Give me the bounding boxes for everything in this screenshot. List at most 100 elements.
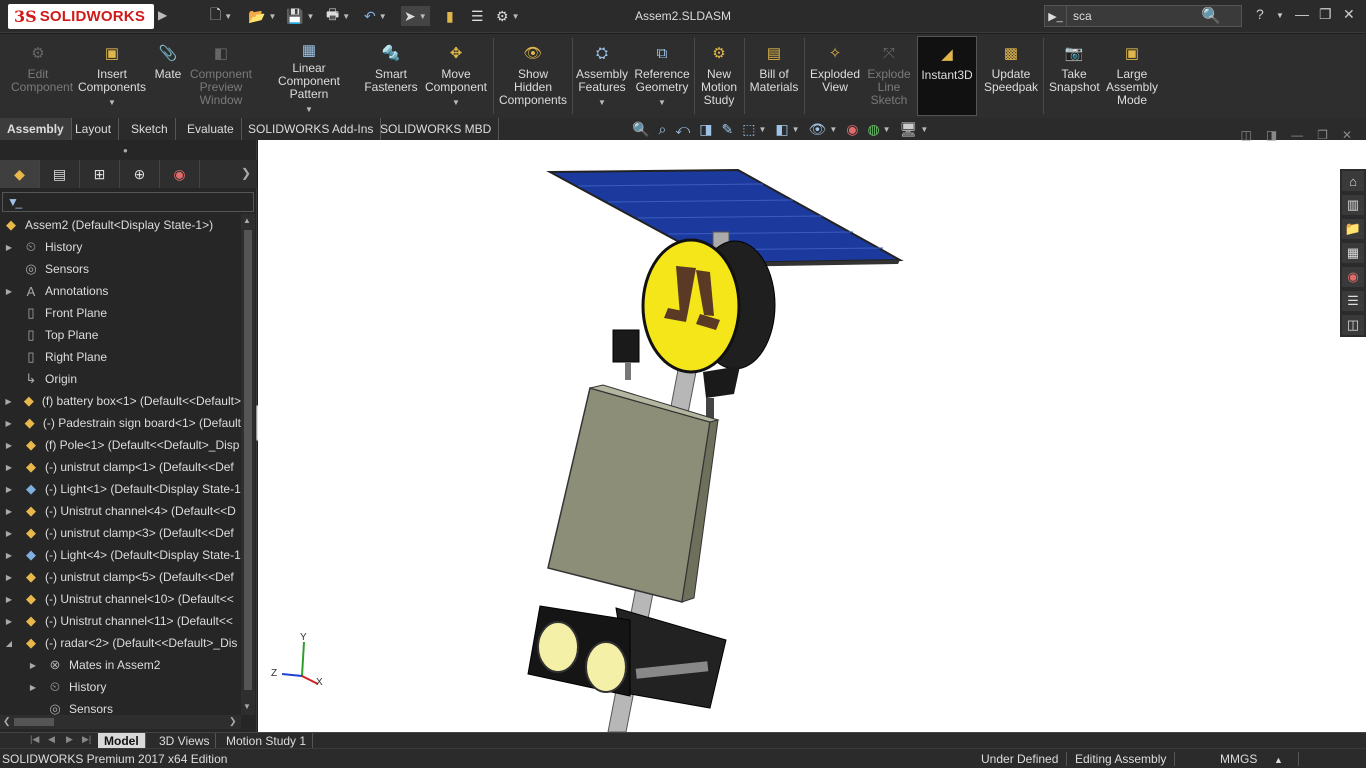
restore-button[interactable]: ❐ bbox=[1319, 6, 1332, 23]
section-view-icon[interactable]: ◨ bbox=[699, 121, 712, 138]
tab-addins[interactable]: SOLIDWORKS Add-Ins bbox=[241, 118, 382, 140]
expand-arrow-icon[interactable]: ▶ bbox=[4, 419, 13, 428]
forum-tab[interactable]: ◫ bbox=[1342, 315, 1364, 335]
panel-grip[interactable]: ● bbox=[123, 146, 128, 155]
insert-components-button[interactable]: ▣ Insert Components ▼ bbox=[76, 36, 148, 116]
search-icon[interactable]: 🔍 bbox=[1201, 6, 1221, 26]
propertymanager-tab[interactable]: ▤ bbox=[40, 160, 80, 188]
tree-filter[interactable]: ▼̲ bbox=[2, 192, 254, 212]
expand-arrow-icon[interactable]: ▶ bbox=[4, 463, 14, 472]
chevron-down-icon[interactable]: ▼ bbox=[920, 125, 928, 134]
tree-root[interactable]: ◆ Assem2 (Default<Display State-1>) bbox=[0, 214, 241, 236]
expand-arrow-icon[interactable]: ▶ bbox=[4, 441, 14, 450]
view-orientation-icon[interactable]: ⬚ bbox=[742, 121, 755, 138]
scroll-left-icon[interactable]: ❮ bbox=[3, 716, 11, 727]
tree-item-component[interactable]: ▶ ◆ (-) Light<4> (Default<Display State-1 bbox=[0, 544, 241, 566]
dimxpert-tab[interactable]: ⊕ bbox=[120, 160, 160, 188]
command-prompt-icon[interactable]: ▶_ bbox=[1045, 6, 1067, 26]
tab-evaluate[interactable]: Evaluate bbox=[180, 118, 242, 140]
zoom-to-area-icon[interactable]: ⌕ bbox=[658, 121, 666, 138]
first-tab-icon[interactable]: |◀ bbox=[30, 734, 39, 745]
instant3d-button[interactable]: ◢ Instant3D bbox=[917, 36, 977, 116]
minimize-button[interactable]: — bbox=[1295, 6, 1309, 22]
expand-arrow-icon[interactable]: ▶ bbox=[4, 397, 13, 406]
tree-item-component[interactable]: ◢ ◆ (-) radar<2> (Default<<Default>_Dis bbox=[0, 632, 241, 654]
close-button[interactable]: ✕ bbox=[1343, 6, 1355, 23]
view-palette-tab[interactable]: ▦ bbox=[1342, 243, 1364, 263]
scroll-right-icon[interactable]: ❯ bbox=[229, 716, 237, 727]
tree-item-sensors[interactable]: ◎ Sensors bbox=[0, 698, 241, 715]
tree-item-component[interactable]: ▶ ◆ (f) battery box<1> (Default<<Default> bbox=[0, 390, 241, 412]
design-library-tab[interactable]: ▥ bbox=[1342, 195, 1364, 215]
explode-line-sketch-button[interactable]: ⤧ Explode Line Sketch bbox=[864, 36, 914, 116]
tree-item-history[interactable]: ▶ ⏲ History bbox=[0, 236, 241, 258]
tree-item-origin[interactable]: ↳ Origin bbox=[0, 368, 241, 390]
scroll-down-icon[interactable]: ▼ bbox=[243, 702, 251, 711]
tree-item-mates[interactable]: ▶ ⊗ Mates in Assem2 bbox=[0, 654, 241, 676]
file-properties-button[interactable]: ☰ bbox=[471, 6, 484, 26]
chevron-down-icon[interactable]: ▼ bbox=[792, 125, 800, 134]
featuremanager-tab[interactable]: ◆ bbox=[0, 160, 40, 188]
solidworks-logo[interactable]: 3S SOLIDWORKS bbox=[8, 4, 154, 29]
component-preview-button[interactable]: ◧ Component Preview Window bbox=[188, 36, 254, 116]
reference-geometry-button[interactable]: ⧉ Reference Geometry ▼ bbox=[632, 36, 692, 116]
collapse-arrow-icon[interactable]: ◢ bbox=[4, 639, 14, 648]
menu-expand-icon[interactable]: ▶ bbox=[158, 8, 167, 22]
assembly-model-render[interactable]: Y X Z bbox=[258, 140, 1366, 732]
tree-item-right-plane[interactable]: ▯ Right Plane bbox=[0, 346, 241, 368]
expand-arrow-icon[interactable]: ▶ bbox=[4, 243, 14, 252]
chevron-down-icon[interactable]: ▼ bbox=[658, 96, 666, 109]
expand-arrow-icon[interactable]: ▶ bbox=[4, 485, 14, 494]
expand-arrow-icon[interactable]: ▶ bbox=[4, 617, 14, 626]
expand-arrow-icon[interactable]: ▶ bbox=[4, 595, 14, 604]
chevron-down-icon[interactable]: ▼ bbox=[758, 125, 766, 134]
open-button[interactable]: 📂 ▼ bbox=[248, 6, 276, 26]
tree-item-sensors[interactable]: ◎ Sensors bbox=[0, 258, 241, 280]
search-box[interactable]: ▶_ 🔍 bbox=[1044, 5, 1242, 27]
help-dropdown-icon[interactable]: ▼ bbox=[1276, 11, 1284, 20]
tree-item-top-plane[interactable]: ▯ Top Plane bbox=[0, 324, 241, 346]
smart-fasteners-button[interactable]: 🔩 Smart Fasteners bbox=[362, 36, 420, 116]
expand-arrow-icon[interactable]: ▶ bbox=[4, 507, 14, 516]
expand-arrow-icon[interactable]: ▶ bbox=[4, 573, 14, 582]
new-motion-study-button[interactable]: ⚙ New Motion Study bbox=[698, 36, 740, 116]
search-input[interactable] bbox=[1067, 9, 1197, 23]
previous-view-icon[interactable]: ⤺ bbox=[675, 121, 690, 138]
large-assembly-mode-button[interactable]: ▣ Large Assembly Mode bbox=[1104, 36, 1160, 116]
rebuild-button[interactable]: ▮ bbox=[446, 6, 454, 26]
help-button[interactable]: ? bbox=[1256, 6, 1264, 22]
last-tab-icon[interactable]: ▶| bbox=[82, 734, 91, 745]
tab-assembly[interactable]: Assembly bbox=[0, 118, 72, 140]
tree-item-annotations[interactable]: ▶ A Annotations bbox=[0, 280, 241, 302]
update-speedpak-button[interactable]: ▩ Update Speedpak bbox=[982, 36, 1040, 116]
expand-arrow-icon[interactable]: ▶ bbox=[4, 287, 14, 296]
unit-system-selector[interactable]: MMGS bbox=[1220, 752, 1257, 766]
chevron-down-icon[interactable]: ▼ bbox=[452, 96, 460, 109]
displaymanager-tab[interactable]: ◉ bbox=[160, 160, 200, 188]
chevron-right-icon[interactable]: ❯ bbox=[241, 166, 251, 180]
tab-model[interactable]: Model bbox=[98, 733, 146, 749]
appearances-tab[interactable]: ◉ bbox=[1342, 267, 1364, 287]
unit-system-caret-icon[interactable]: ▲ bbox=[1274, 755, 1283, 765]
tree-vertical-scrollbar[interactable]: ▲ ▼ bbox=[241, 214, 255, 715]
tab-3d-views[interactable]: 3D Views bbox=[153, 733, 217, 749]
show-hidden-button[interactable]: 👁 Show Hidden Components bbox=[498, 36, 568, 116]
save-button[interactable]: 💾 ▼ bbox=[286, 6, 314, 26]
tree-item-component[interactable]: ▶ ◆ (f) Pole<1> (Default<<Default>_Disp bbox=[0, 434, 241, 456]
bill-of-materials-button[interactable]: ▤ Bill of Materials bbox=[748, 36, 800, 116]
tree-horizontal-scrollbar[interactable]: ❮ ❯ bbox=[0, 715, 241, 729]
scroll-up-icon[interactable]: ▲ bbox=[243, 216, 251, 225]
tree-item-component[interactable]: ▶ ◆ (-) unistrut clamp<5> (Default<<Def bbox=[0, 566, 241, 588]
undo-button[interactable]: ↶ ▼ bbox=[364, 6, 387, 26]
tree-item-component[interactable]: ▶ ◆ (-) unistrut clamp<3> (Default<<Def bbox=[0, 522, 241, 544]
expand-arrow-icon[interactable]: ▶ bbox=[28, 683, 38, 692]
graphics-area[interactable]: ◫ ◨ — ❐ ✕ Y X Z bbox=[258, 128, 1366, 732]
new-document-button[interactable]: 🗋 ▼ bbox=[210, 6, 232, 26]
dynamic-annotation-icon[interactable]: ✎ bbox=[721, 121, 733, 138]
configurationmanager-tab[interactable]: ⊞ bbox=[80, 160, 120, 188]
linear-pattern-button[interactable]: ▦ Linear Component Pattern ▼ bbox=[260, 36, 358, 116]
next-tab-icon[interactable]: ▶ bbox=[66, 734, 73, 745]
exploded-view-button[interactable]: ✧ Exploded View bbox=[808, 36, 862, 116]
tree-item-component[interactable]: ▶ ◆ (-) Unistrut channel<4> (Default<<D bbox=[0, 500, 241, 522]
tab-sketch[interactable]: Sketch bbox=[124, 118, 176, 140]
